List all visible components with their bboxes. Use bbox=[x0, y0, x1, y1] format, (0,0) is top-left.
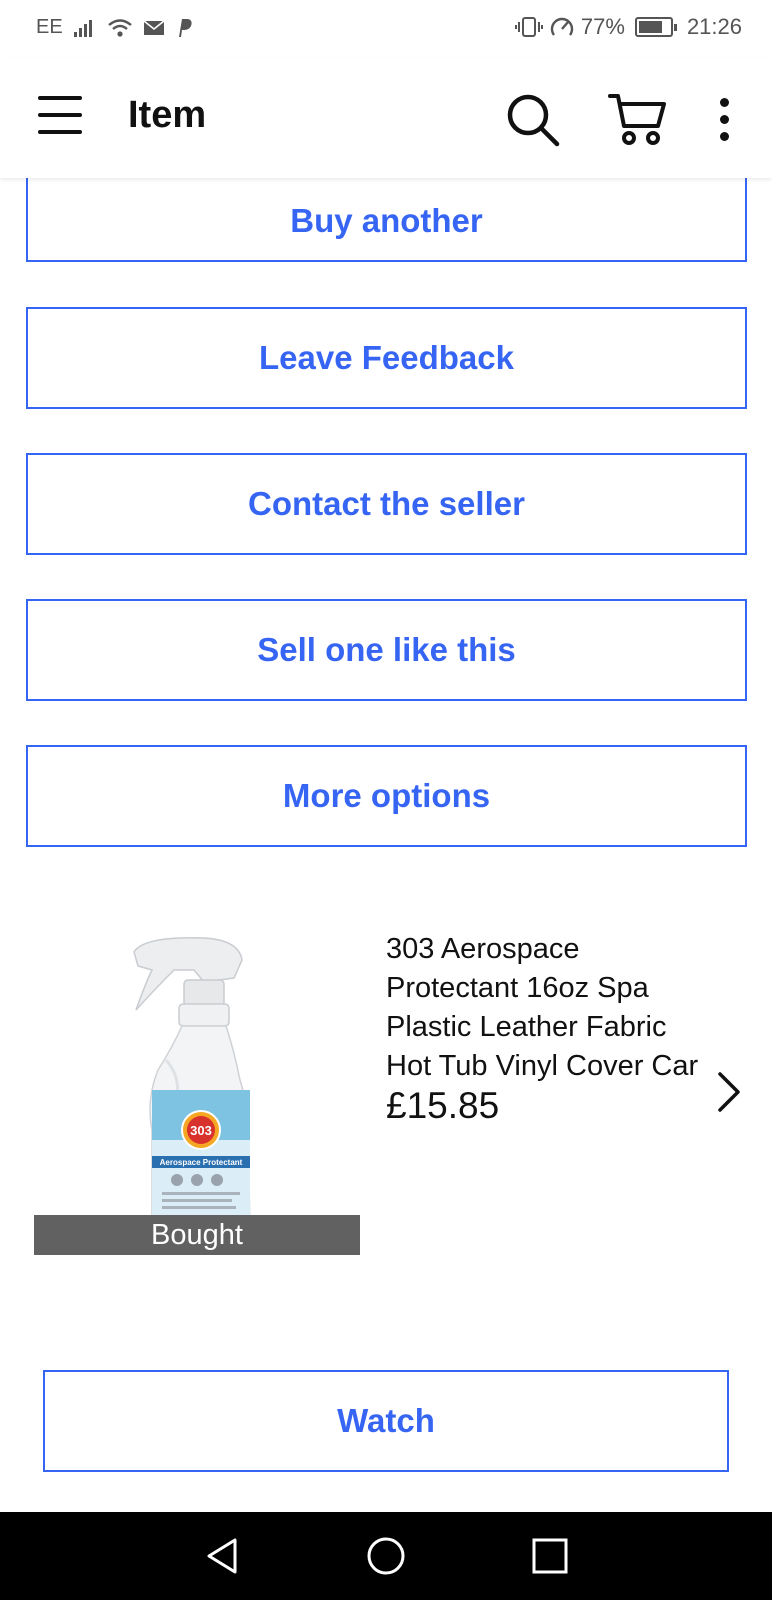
battery-icon bbox=[634, 17, 677, 37]
more-options-button[interactable]: More options bbox=[26, 745, 747, 847]
paypal-icon bbox=[178, 18, 192, 37]
mail-icon bbox=[143, 19, 165, 35]
page-title: Item bbox=[128, 94, 207, 136]
system-nav-bar bbox=[0, 1512, 772, 1600]
carrier-label: EE bbox=[36, 16, 63, 38]
clock: 21:26 bbox=[686, 14, 742, 39]
battery-fill bbox=[638, 21, 662, 33]
battery-percent: 77% bbox=[580, 14, 625, 39]
status-left: EE bbox=[36, 16, 193, 39]
data-saver-icon bbox=[550, 17, 574, 36]
bottle-brand-text: 303 bbox=[190, 1123, 212, 1138]
home-icon[interactable] bbox=[364, 1534, 408, 1578]
buy-another-label: Buy another bbox=[290, 202, 483, 239]
app-bar: Item bbox=[0, 58, 772, 178]
leave-feedback-button[interactable]: Leave Feedback bbox=[26, 307, 747, 409]
leave-feedback-label: Leave Feedback bbox=[259, 339, 514, 376]
chevron-right-icon[interactable] bbox=[714, 1070, 744, 1114]
contact-seller-button[interactable]: Contact the seller bbox=[26, 453, 747, 555]
sell-one-label: Sell one like this bbox=[257, 631, 516, 668]
status-bar: EE 77% 21:26 bbox=[0, 0, 772, 58]
signal-icon bbox=[73, 19, 92, 37]
more-options-label: More options bbox=[282, 777, 491, 814]
bought-badge: Bought bbox=[34, 1215, 360, 1255]
product-title[interactable]: 303 Aerospace Protectant 16oz Spa Plasti… bbox=[386, 930, 716, 1086]
cart-icon[interactable] bbox=[608, 92, 668, 148]
wifi-icon bbox=[107, 18, 132, 37]
sell-one-like-this-button[interactable]: Sell one like this bbox=[26, 599, 747, 701]
watch-label: Watch bbox=[337, 1402, 435, 1439]
menu-icon[interactable] bbox=[38, 96, 82, 136]
vibrate-icon bbox=[514, 17, 543, 37]
product-price: £15.85 bbox=[386, 1085, 500, 1126]
back-icon[interactable] bbox=[201, 1534, 245, 1578]
bottle-name-text: Aerospace Protectant bbox=[160, 1158, 243, 1167]
product-card[interactable]: 303 Aerospace Protectant Bought 303 Aero… bbox=[0, 900, 772, 1260]
more-vertical-icon[interactable] bbox=[712, 98, 736, 142]
recents-icon[interactable] bbox=[528, 1534, 572, 1578]
product-image[interactable]: 303 Aerospace Protectant Bought bbox=[34, 930, 360, 1255]
spray-bottle-image: 303 Aerospace Protectant bbox=[133, 937, 251, 1231]
watch-button[interactable]: Watch bbox=[43, 1370, 729, 1472]
contact-seller-label: Contact the seller bbox=[248, 485, 525, 522]
status-right: 77% 21:26 bbox=[514, 14, 742, 40]
search-icon[interactable] bbox=[505, 92, 561, 148]
